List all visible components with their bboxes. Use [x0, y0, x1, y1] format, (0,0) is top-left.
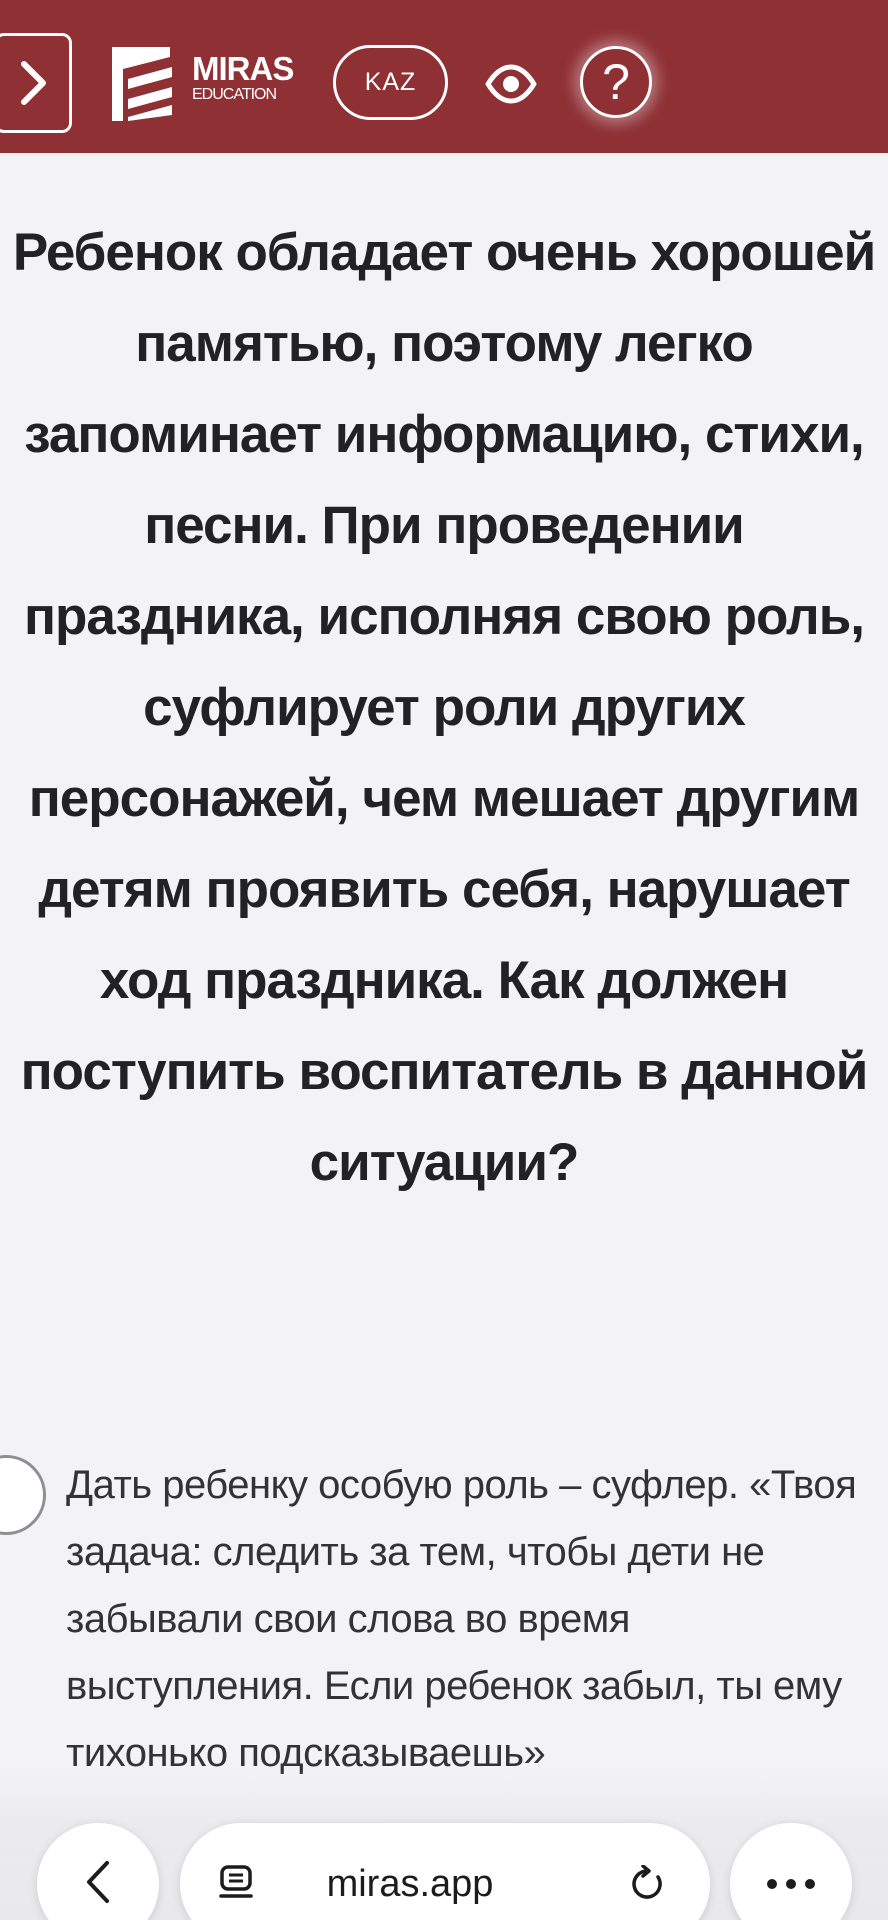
menu-toggle-button[interactable] [0, 33, 72, 133]
app-header: MIRAS EDUCATION KAZ ? [0, 0, 888, 153]
answer-text[interactable]: Дать ребенку особую роль – суфлер. «Твоя… [66, 1452, 886, 1787]
language-button[interactable]: KAZ [333, 45, 448, 120]
chevron-left-icon [83, 1859, 113, 1910]
more-icon [767, 1879, 815, 1889]
answer-radio-button[interactable] [0, 1455, 46, 1535]
help-button[interactable]: ? [580, 46, 652, 118]
logo-subtitle: EDUCATION [192, 86, 277, 103]
logo-name: MIRAS [192, 50, 294, 87]
page: MIRAS EDUCATION KAZ ? Ребенок обладает о… [0, 0, 888, 1920]
address-bar[interactable]: miras.app [180, 1823, 710, 1920]
question-icon: ? [602, 54, 630, 110]
eye-icon[interactable] [485, 63, 537, 105]
logo-wordmark: MIRAS EDUCATION [192, 50, 294, 104]
chevron-right-icon [18, 60, 48, 106]
reader-mode-icon[interactable] [218, 1865, 254, 1908]
miras-logo-icon [110, 45, 180, 123]
reload-icon[interactable] [628, 1864, 666, 1908]
question-text: Ребенок обладает очень хорошей памятью, … [12, 223, 876, 1192]
url-text[interactable]: miras.app [280, 1859, 540, 1909]
